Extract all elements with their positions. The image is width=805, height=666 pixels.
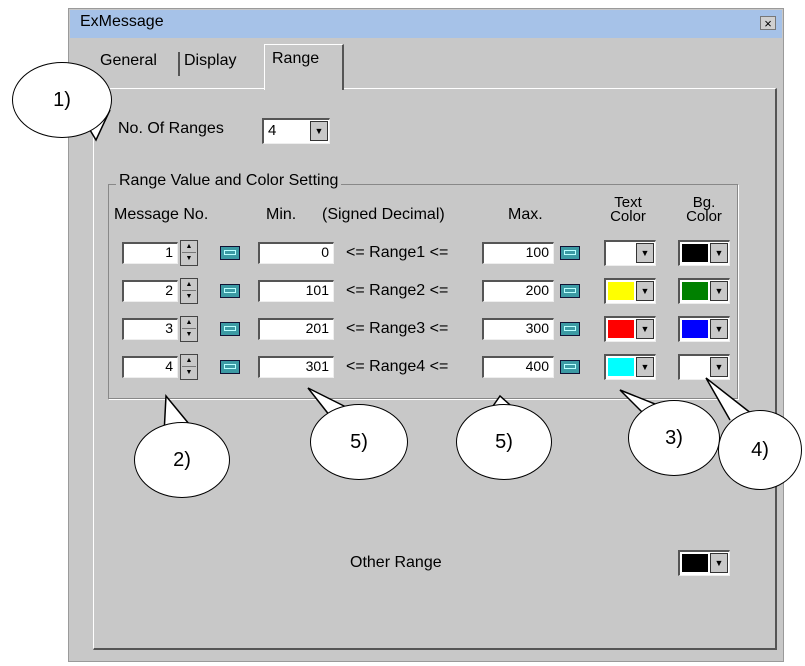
callout-3: 3) <box>628 400 720 476</box>
callout-1: 1) <box>12 62 112 138</box>
callout-2: 2) <box>134 422 230 498</box>
callout-4: 4) <box>718 410 802 490</box>
callout-5a: 5) <box>310 404 408 480</box>
callout-tails <box>83 109 753 435</box>
callout-5b: 5) <box>456 404 552 480</box>
